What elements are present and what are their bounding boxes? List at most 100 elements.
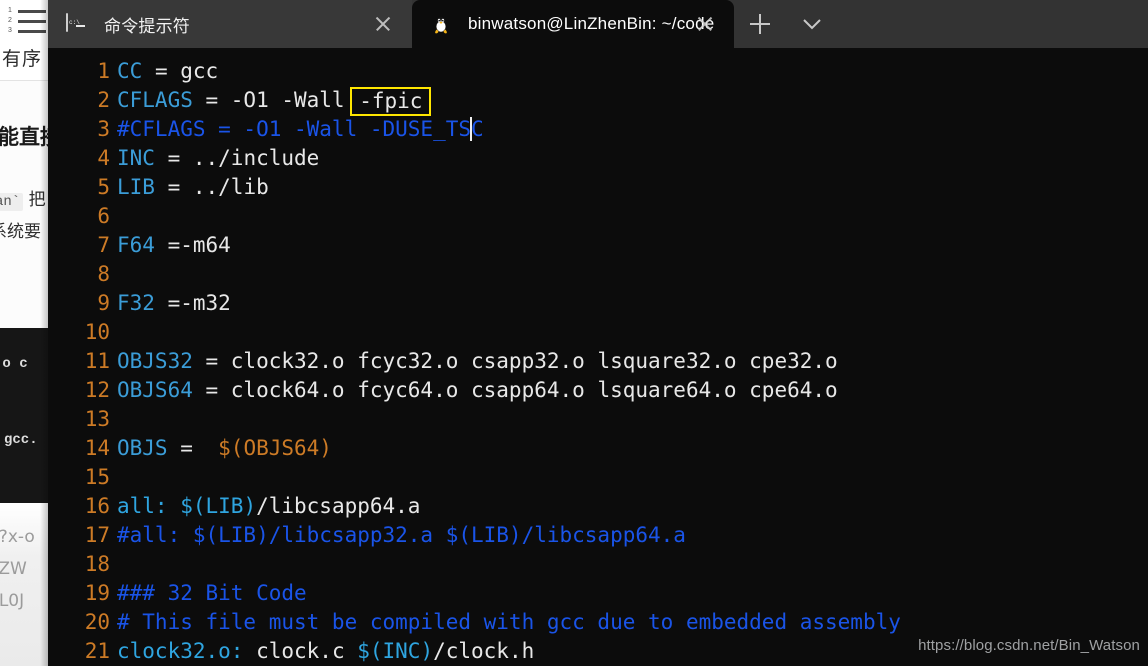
tab-command-prompt[interactable]: c:\ 命令提示符 <box>48 0 412 48</box>
screen: 1 2 3 有序 能直接 an` 把 系统要 .o c n gcc. g?x-o… <box>0 0 1148 666</box>
code-token: F32 <box>117 291 155 315</box>
chevron-down-icon[interactable] <box>786 0 838 48</box>
code-token: = clock64.o fcyc64.o csapp64.o lsquare64… <box>192 378 838 402</box>
article-paragraph-2: 系统要 <box>0 222 41 242</box>
line-number: 7 <box>97 233 110 257</box>
line-number: 2 <box>97 88 110 112</box>
code-text: F32 =-m32 <box>110 289 231 318</box>
line-number: 14 <box>84 436 110 460</box>
code-line[interactable]: 13 <box>48 405 1148 434</box>
close-icon[interactable] <box>374 15 392 33</box>
code-token: $(LIB) <box>180 494 257 518</box>
code-token: ### 32 Bit Code <box>117 581 307 605</box>
line-number: 12 <box>84 378 110 402</box>
code-line[interactable]: 12 OBJS64 = clock64.o fcyc64.o csapp64.o … <box>48 376 1148 405</box>
line-number: 17 <box>84 523 110 547</box>
line-number: 20 <box>84 610 110 634</box>
code-line[interactable]: 15 <box>48 463 1148 492</box>
code-block-line-1: .o c <box>0 356 28 372</box>
base64-line-1: g?x-o <box>0 527 35 547</box>
code-text: F64 =-m64 <box>110 231 231 260</box>
terminal-window: c:\ 命令提示符 binwatson@LinZhenBin: ~/code 1… <box>48 0 1148 666</box>
code-token: = -O1 -Wall <box>192 88 358 112</box>
code-token: /libcsapp64.a <box>256 494 421 518</box>
code-token: CC <box>117 59 143 83</box>
code-token: all: <box>117 494 168 518</box>
code-line[interactable]: 6 <box>48 202 1148 231</box>
code-token: = gcc <box>142 59 219 83</box>
code-text: clock32.o: clock.c $(INC)/clock.h <box>110 637 534 666</box>
line-number: 18 <box>84 552 110 576</box>
code-token: #all: $(LIB)/libcsapp32.a $(LIB)/libcsap… <box>117 523 686 547</box>
code-line[interactable]: 3 #CFLAGS = -O1 -Wall -DUSE_TSC <box>48 115 1148 144</box>
highlighted-token: -fpic <box>350 87 432 116</box>
line-number: 15 <box>84 465 110 489</box>
base64-line-2: oZW <box>0 559 27 579</box>
code-line[interactable]: 18 <box>48 550 1148 579</box>
new-tab-button[interactable] <box>734 0 786 48</box>
code-text: all: $(LIB)/libcsapp64.a <box>110 492 420 521</box>
background-webpage: 1 2 3 有序 能直接 an` 把 系统要 .o c n gcc. g?x-o… <box>0 0 52 666</box>
code-token: =-m32 <box>154 291 231 315</box>
code-line[interactable]: 4 INC = ../include <box>48 144 1148 173</box>
code-text: LIB = ../lib <box>110 173 269 202</box>
line-number: 21 <box>84 639 110 663</box>
code-token: =-m64 <box>154 233 231 257</box>
code-line[interactable]: 19 ### 32 Bit Code <box>48 579 1148 608</box>
code-text: OBJS = $(OBJS64) <box>110 434 332 463</box>
code-token: $(OBJS64) <box>218 436 332 460</box>
line-number: 8 <box>97 262 110 286</box>
code-token: F64 <box>117 233 155 257</box>
ordered-list-label: 有序 <box>2 48 43 70</box>
close-icon[interactable] <box>696 15 714 33</box>
code-token: #CFLAGS = -O1 -Wall -DUSE_TS <box>117 117 472 141</box>
terminal-body[interactable]: 1 CC = gcc 2 CFLAGS = -O1 -Wall -fpic 3 #CFLA… <box>48 48 1148 666</box>
code-text: #CFLAGS = -O1 -Wall -DUSE_TSC <box>110 115 484 144</box>
code-token: = <box>167 436 219 460</box>
code-line[interactable]: 17 #all: $(LIB)/libcsapp32.a $(LIB)/libcs… <box>48 521 1148 550</box>
code-line[interactable]: 1 CC = gcc <box>48 57 1148 86</box>
line-number: 13 <box>84 407 110 431</box>
code-token: clock32.o: <box>117 639 244 663</box>
code-line[interactable]: 8 <box>48 260 1148 289</box>
code-line[interactable]: 11 OBJS32 = clock32.o fcyc32.o csapp32.o … <box>48 347 1148 376</box>
code-token: clock.c <box>243 639 358 663</box>
tab-command-prompt-label: 命令提示符 <box>104 16 190 37</box>
code-token: = clock32.o fcyc32.o csapp32.o lsquare32… <box>192 349 838 373</box>
code-token: LIB <box>117 175 155 199</box>
line-number: 1 <box>97 59 110 83</box>
code-line[interactable]: 10 <box>48 318 1148 347</box>
tab-strip: c:\ 命令提示符 binwatson@LinZhenBin: ~/code <box>48 0 1148 48</box>
code-token: CFLAGS <box>117 88 193 112</box>
code-token: # This file must be compiled with gcc du… <box>117 610 901 634</box>
article-paragraph-1: an` 把 <box>0 185 46 211</box>
line-number: 3 <box>97 117 110 141</box>
code-text: ### 32 Bit Code <box>110 579 307 608</box>
tab-linux-shell-label: binwatson@LinZhenBin: ~/code <box>468 14 715 33</box>
code-editor[interactable]: 1 CC = gcc 2 CFLAGS = -O1 -Wall -fpic 3 #CFLA… <box>48 57 1148 666</box>
code-token: OBJS32 <box>117 349 193 373</box>
code-token: OBJS64 <box>117 378 193 402</box>
code-line[interactable]: 14 OBJS = $(OBJS64) <box>48 434 1148 463</box>
code-line[interactable]: 20 # This file must be compiled with gcc … <box>48 608 1148 637</box>
tab-linux-shell[interactable]: binwatson@LinZhenBin: ~/code <box>412 0 734 48</box>
line-number: 10 <box>84 320 110 344</box>
line-number: 9 <box>97 291 110 315</box>
inline-code: an` <box>0 193 24 211</box>
code-block-line-3: gcc. <box>4 432 38 448</box>
line-number: 11 <box>84 349 110 373</box>
code-line[interactable]: 7 F64 =-m64 <box>48 231 1148 260</box>
code-line[interactable]: 9 F32 =-m32 <box>48 289 1148 318</box>
code-line[interactable]: 5 LIB = ../lib <box>48 173 1148 202</box>
code-text: # This file must be compiled with gcc du… <box>110 608 901 637</box>
code-token: C <box>471 117 484 141</box>
linux-tux-icon <box>430 14 452 34</box>
code-text: OBJS64 = clock64.o fcyc64.o csapp64.o ls… <box>110 376 838 405</box>
line-number: 16 <box>84 494 110 518</box>
code-text: #all: $(LIB)/libcsapp32.a $(LIB)/libcsap… <box>110 521 686 550</box>
watermark: https://blog.csdn.net/Bin_Watson <box>918 637 1140 654</box>
code-line[interactable]: 2 CFLAGS = -O1 -Wall -fpic <box>48 86 1148 116</box>
code-line[interactable]: 16 all: $(LIB)/libcsapp64.a <box>48 492 1148 521</box>
code-token: $(INC) <box>357 639 434 663</box>
